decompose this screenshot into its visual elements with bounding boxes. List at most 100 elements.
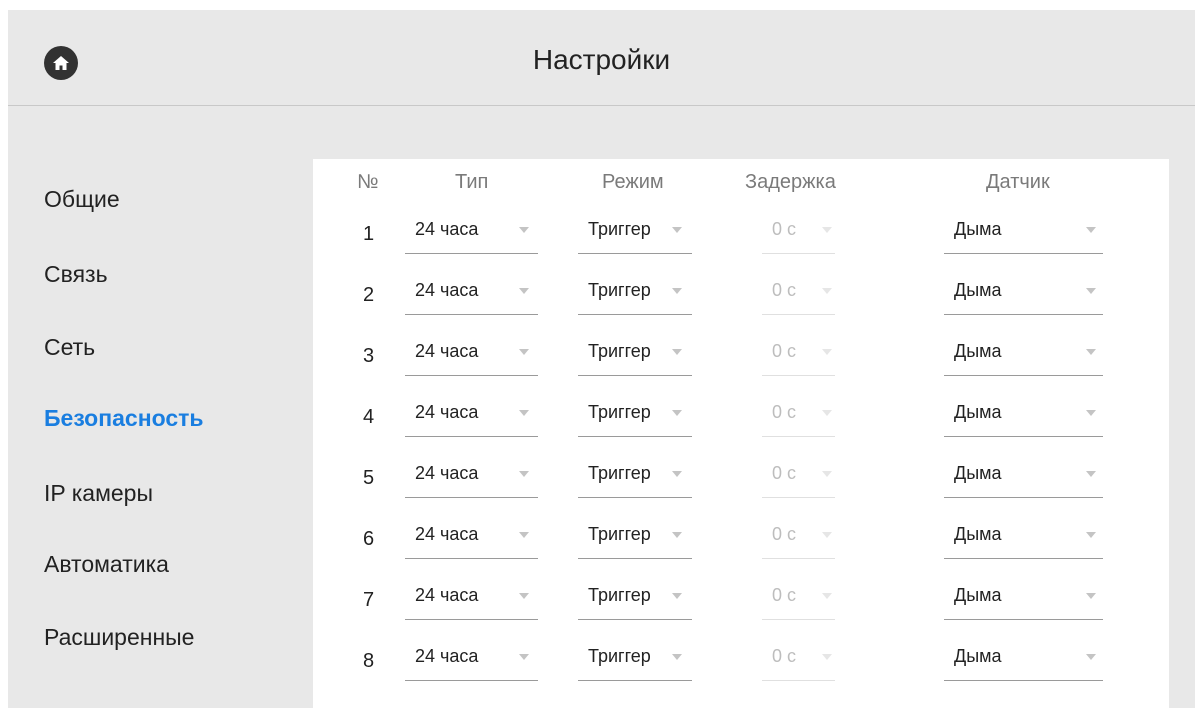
mode-dropdown[interactable]: Триггер <box>578 453 692 498</box>
zone-number: 7 <box>363 589 375 611</box>
type-dropdown[interactable]: 24 часа <box>405 636 538 681</box>
page-title: Настройки <box>532 44 671 75</box>
type-value: 24 часа <box>415 219 479 239</box>
dropdown-arrow-icon <box>519 227 529 233</box>
zone-row-2: 2 24 часа Триггер 0 с Дыма <box>313 270 1169 316</box>
sensor-dropdown[interactable]: Дыма <box>944 392 1103 437</box>
type-dropdown[interactable]: 24 часа <box>405 331 538 376</box>
sidebar-item-security[interactable]: Безопасность <box>44 405 204 432</box>
sensor-dropdown[interactable]: Дыма <box>944 331 1103 376</box>
type-dropdown[interactable]: 24 часа <box>405 453 538 498</box>
delay-value: 0 с <box>772 585 797 605</box>
zone-number: 4 <box>363 406 375 428</box>
zone-number: 2 <box>363 284 375 306</box>
delay-value: 0 с <box>772 219 797 239</box>
dropdown-arrow-icon <box>672 654 682 660</box>
mode-value: Триггер <box>588 646 651 666</box>
dropdown-arrow-icon <box>1086 227 1096 233</box>
header-bar: Настройки <box>8 10 1195 106</box>
sidebar-item-network[interactable]: Сеть <box>44 334 95 361</box>
column-header-sensor: Датчик <box>986 171 1050 193</box>
mode-value: Триггер <box>588 402 651 422</box>
zone-number: 1 <box>363 223 375 245</box>
mode-value: Триггер <box>588 341 651 361</box>
type-dropdown[interactable]: 24 часа <box>405 575 538 620</box>
dropdown-arrow-icon <box>1086 410 1096 416</box>
delay-value: 0 с <box>772 524 797 544</box>
dropdown-arrow-icon <box>1086 349 1096 355</box>
sensor-value: Дыма <box>954 219 1002 239</box>
zone-number: 5 <box>363 467 375 489</box>
dropdown-arrow-icon <box>672 288 682 294</box>
delay-dropdown: 0 с <box>762 270 835 315</box>
dropdown-arrow-icon <box>822 288 832 294</box>
delay-dropdown: 0 с <box>762 392 835 437</box>
dropdown-arrow-icon <box>822 654 832 660</box>
mode-value: Триггер <box>588 524 651 544</box>
sidebar-item-connection[interactable]: Связь <box>44 261 108 288</box>
sensor-value: Дыма <box>954 524 1002 544</box>
mode-dropdown[interactable]: Триггер <box>578 514 692 559</box>
delay-value: 0 с <box>772 646 797 666</box>
type-dropdown[interactable]: 24 часа <box>405 392 538 437</box>
type-dropdown[interactable]: 24 часа <box>405 209 538 254</box>
sensor-dropdown[interactable]: Дыма <box>944 636 1103 681</box>
sensor-value: Дыма <box>954 402 1002 422</box>
dropdown-arrow-icon <box>1086 532 1096 538</box>
mode-dropdown[interactable]: Триггер <box>578 575 692 620</box>
sidebar-item-advanced[interactable]: Расширенные <box>44 624 194 651</box>
delay-value: 0 с <box>772 280 797 300</box>
zone-row-1: 1 24 часа Триггер 0 с Дыма <box>313 209 1169 255</box>
sensor-dropdown[interactable]: Дыма <box>944 209 1103 254</box>
sensor-dropdown[interactable]: Дыма <box>944 514 1103 559</box>
mode-value: Триггер <box>588 585 651 605</box>
delay-dropdown: 0 с <box>762 209 835 254</box>
dropdown-arrow-icon <box>822 532 832 538</box>
type-value: 24 часа <box>415 341 479 361</box>
sensor-dropdown[interactable]: Дыма <box>944 453 1103 498</box>
dropdown-arrow-icon <box>1086 654 1096 660</box>
column-header-delay: Задержка <box>745 171 836 193</box>
column-header-type: Тип <box>455 171 489 193</box>
zone-row-8: 8 24 часа Триггер 0 с Дыма <box>313 636 1169 682</box>
dropdown-arrow-icon <box>519 593 529 599</box>
sensor-value: Дыма <box>954 585 1002 605</box>
sidebar-item-automation[interactable]: Автоматика <box>44 551 169 578</box>
mode-value: Триггер <box>588 219 651 239</box>
alarm-zones-panel: № Тип Режим Задержка Датчик 1 24 часа Тр… <box>313 159 1169 708</box>
mode-dropdown[interactable]: Триггер <box>578 636 692 681</box>
type-value: 24 часа <box>415 524 479 544</box>
sidebar-item-general[interactable]: Общие <box>44 186 120 213</box>
type-value: 24 часа <box>415 402 479 422</box>
dropdown-arrow-icon <box>519 654 529 660</box>
zone-row-6: 6 24 часа Триггер 0 с Дыма <box>313 514 1169 560</box>
sensor-value: Дыма <box>954 280 1002 300</box>
type-value: 24 часа <box>415 585 479 605</box>
type-value: 24 часа <box>415 280 479 300</box>
delay-dropdown: 0 с <box>762 453 835 498</box>
dropdown-arrow-icon <box>822 593 832 599</box>
type-dropdown[interactable]: 24 часа <box>405 514 538 559</box>
delay-dropdown: 0 с <box>762 575 835 620</box>
zone-number: 6 <box>363 528 375 550</box>
delay-dropdown: 0 с <box>762 636 835 681</box>
zone-row-4: 4 24 часа Триггер 0 с Дыма <box>313 392 1169 438</box>
dropdown-arrow-icon <box>519 532 529 538</box>
zone-row-5: 5 24 часа Триггер 0 с Дыма <box>313 453 1169 499</box>
zone-number: 3 <box>363 345 375 367</box>
mode-dropdown[interactable]: Триггер <box>578 209 692 254</box>
sidebar-item-ip-cameras[interactable]: IP камеры <box>44 480 153 507</box>
dropdown-arrow-icon <box>1086 471 1096 477</box>
sensor-dropdown[interactable]: Дыма <box>944 270 1103 315</box>
sensor-value: Дыма <box>954 463 1002 483</box>
dropdown-arrow-icon <box>822 471 832 477</box>
dropdown-arrow-icon <box>822 227 832 233</box>
zone-row-3: 3 24 часа Триггер 0 с Дыма <box>313 331 1169 377</box>
delay-dropdown: 0 с <box>762 331 835 376</box>
type-dropdown[interactable]: 24 часа <box>405 270 538 315</box>
mode-dropdown[interactable]: Триггер <box>578 392 692 437</box>
mode-dropdown[interactable]: Триггер <box>578 331 692 376</box>
dropdown-arrow-icon <box>519 410 529 416</box>
sensor-dropdown[interactable]: Дыма <box>944 575 1103 620</box>
mode-dropdown[interactable]: Триггер <box>578 270 692 315</box>
